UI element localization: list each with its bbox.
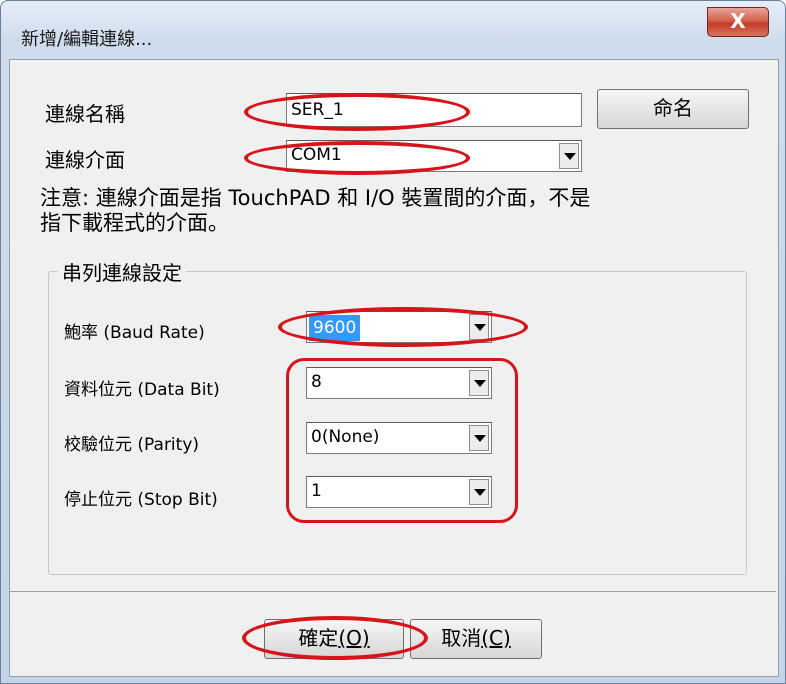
rename-button[interactable]: 命名 bbox=[597, 89, 749, 129]
window-title: 新增/編輯連線... bbox=[21, 29, 153, 50]
ok-button-label: 確定 bbox=[298, 626, 339, 650]
close-icon: X bbox=[730, 9, 746, 33]
connection-name-input[interactable]: SER_1 bbox=[286, 93, 582, 127]
baud-rate-select[interactable]: 9600 bbox=[306, 311, 492, 343]
title-bar[interactable]: 新增/編輯連線... X bbox=[1, 1, 785, 59]
parity-value: 0(None) bbox=[311, 427, 380, 447]
cancel-button-label: 取消 bbox=[441, 626, 482, 650]
baud-rate-label: 鮑率 (Baud Rate) bbox=[64, 323, 205, 343]
connection-interface-label: 連線介面 bbox=[45, 148, 125, 172]
footer-separator bbox=[10, 591, 776, 592]
baud-rate-value: 9600 bbox=[309, 315, 361, 341]
data-bit-value: 8 bbox=[311, 372, 322, 392]
chevron-down-icon[interactable] bbox=[469, 370, 489, 396]
serial-group-title: 串列連線設定 bbox=[58, 257, 186, 286]
connection-interface-select[interactable]: COM1 bbox=[286, 140, 582, 172]
chevron-down-icon[interactable] bbox=[559, 143, 579, 169]
note-line-2: 指下載程式的介面。 bbox=[40, 211, 229, 235]
chevron-down-icon[interactable] bbox=[469, 425, 489, 451]
chevron-down-icon[interactable] bbox=[469, 479, 489, 505]
ok-button-accesskey: (O) bbox=[338, 626, 370, 650]
connection-name-label: 連線名稱 bbox=[45, 102, 125, 126]
stop-bit-select[interactable]: 1 bbox=[306, 476, 492, 508]
close-button[interactable]: X bbox=[707, 7, 769, 37]
stop-bit-label: 停止位元 (Stop Bit) bbox=[64, 490, 218, 510]
parity-label: 校驗位元 (Parity) bbox=[64, 435, 200, 455]
chevron-down-icon[interactable] bbox=[469, 314, 489, 340]
parity-select[interactable]: 0(None) bbox=[306, 422, 492, 454]
cancel-button-accesskey: (C) bbox=[481, 626, 511, 650]
cancel-button[interactable]: 取消(C) bbox=[410, 619, 542, 659]
ok-button[interactable]: 確定(O) bbox=[264, 619, 404, 659]
stop-bit-value: 1 bbox=[311, 481, 322, 501]
connection-interface-value: COM1 bbox=[291, 145, 342, 165]
data-bit-select[interactable]: 8 bbox=[306, 367, 492, 399]
data-bit-label: 資料位元 (Data Bit) bbox=[64, 380, 220, 400]
